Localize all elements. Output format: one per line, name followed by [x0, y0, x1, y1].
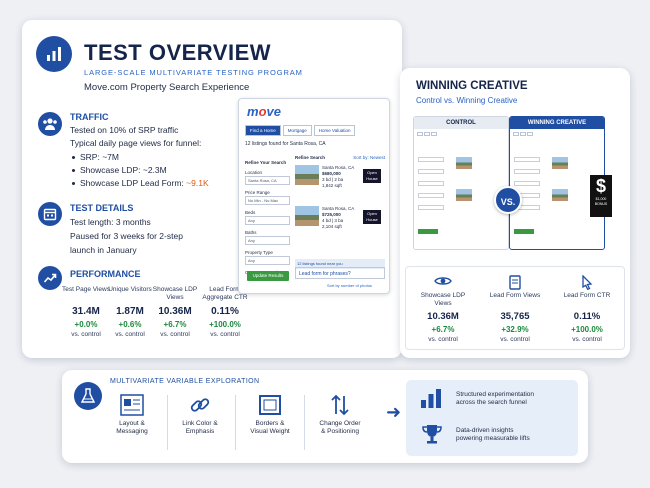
- vs-badge: VS.: [494, 186, 522, 214]
- open-house-badge: Open House: [363, 210, 381, 224]
- winning-subtitle: Control vs. Winning Creative: [416, 96, 518, 105]
- open-house-badge: Open House: [363, 169, 381, 183]
- divider: [235, 395, 236, 450]
- performance-heading: PERFORMANCE: [70, 269, 141, 279]
- refine-title: Refine Your Search: [245, 160, 287, 165]
- traffic-heading: TRAFFIC: [70, 112, 109, 122]
- property-type-field[interactable]: Any: [245, 256, 290, 265]
- form-icon: [508, 274, 522, 290]
- variable-order: Change Order & Positioning: [310, 393, 370, 436]
- result-data-driven: Data-driven insights powering measurable…: [456, 427, 530, 442]
- sort-link[interactable]: Sort by number of photos: [327, 283, 372, 288]
- border-icon: [257, 393, 283, 417]
- beds-field[interactable]: Any: [245, 216, 290, 225]
- details-line-3: launch in January: [70, 245, 137, 255]
- site-name: Move.com Property Search Experience: [84, 82, 250, 93]
- srp-mockup: move Find a Home Mortgage Home Valuation…: [238, 98, 390, 294]
- money-ad: $ $1,000 BONUS: [590, 175, 612, 217]
- layout-icon: [119, 393, 145, 417]
- control-label: CONTROL: [414, 117, 508, 129]
- bar-chart-icon: [420, 388, 442, 413]
- listing-count: 12 listings found for Santa Rosa, CA: [245, 141, 326, 147]
- traffic-line-2: Typical daily page views for funnel:: [70, 138, 202, 148]
- field-label: Baths: [245, 230, 257, 235]
- field-label: Location: [245, 170, 263, 175]
- traffic-bullet-ldp: Showcase LDP: ~2.3M: [72, 165, 167, 175]
- swap-arrows-icon: [327, 393, 353, 417]
- variable-layout: Layout & Messaging: [102, 393, 162, 436]
- details-line-2: Paused for 3 weeks for 2-step: [70, 231, 183, 241]
- traffic-line-1: Tested on 10% of SRP traffic: [70, 125, 179, 135]
- traffic-bullet-lead-form: Showcase LDP Lead Form: ~9.1K: [72, 178, 209, 188]
- house-photo: [295, 165, 319, 185]
- page-title: TEST OVERVIEW: [84, 40, 272, 65]
- list-item[interactable]: Santa Rosa, CA $680,000 3 bd | 2 ba 1,84…: [295, 165, 385, 201]
- details-line-1: Test length: 3 months: [70, 217, 151, 227]
- list-head: Refine Search: [295, 155, 326, 160]
- move-logo: move: [247, 104, 281, 119]
- details-heading: TEST DETAILS: [70, 203, 134, 213]
- result-structured: Structured experimentation across the se…: [456, 391, 535, 406]
- baths-field[interactable]: Any: [245, 236, 290, 245]
- metric-showcase-ldp-views: Showcase LDP Views 10.36M +6.7% vs. cont…: [152, 286, 198, 338]
- bar-chart-icon: [36, 36, 72, 72]
- mockup-tabs: Find a Home Mortgage Home Valuation: [245, 125, 356, 136]
- listing-list: Refine Search Sort by: Newest Santa Rosa,…: [295, 155, 385, 242]
- winning-title: WINNING CREATIVE: [416, 80, 528, 92]
- link-icon: [187, 393, 213, 417]
- list-item[interactable]: Santa Rosa, CA $725,000 4 bd | 3 ba 2,10…: [295, 206, 385, 242]
- eye-icon: [434, 274, 452, 288]
- update-results-button[interactable]: Update Results: [247, 271, 289, 281]
- win-metric-lead-form-ctr: Lead Form CTR 0.11% +100.0% vs. control: [563, 292, 611, 343]
- price-field[interactable]: No Min - No Max: [245, 196, 290, 205]
- house-photo: [295, 206, 319, 226]
- lead-form-box[interactable]: Lead form for phrases?: [295, 267, 385, 279]
- users-icon: [38, 112, 62, 136]
- cursor-icon: [580, 274, 594, 290]
- tab-find-home[interactable]: Find a Home: [245, 125, 281, 136]
- traffic-bullet-srp: SRP: ~7M: [72, 152, 119, 162]
- variable-borders: Borders & Visual Weight: [240, 393, 300, 436]
- calendar-icon: [38, 202, 62, 226]
- field-label: Beds: [245, 210, 256, 215]
- page-subtitle: LARGE-SCALE MULTIVARIATE TESTING PROGRAM: [84, 68, 303, 77]
- exploration-title: MULTIVARIATE VARIABLE EXPLORATION: [110, 378, 260, 385]
- variable-link-color: Link Color & Emphasis: [170, 393, 230, 436]
- winner-label: WINNING CREATIVE: [510, 117, 604, 129]
- win-metric-ldp-views: Showcase LDP Views 10.36M +6.7% vs. cont…: [420, 292, 466, 343]
- sort-dropdown[interactable]: Sort by: Newest: [353, 155, 385, 160]
- divider: [304, 395, 305, 450]
- tab-home-valuation[interactable]: Home Valuation: [313, 125, 356, 136]
- win-metric-lead-form-views: Lead Form Views 35,765 +32.9% vs. contro…: [489, 292, 541, 343]
- flask-icon: [74, 382, 102, 410]
- field-label: Price Range: [245, 190, 270, 195]
- right-arrow-icon: ➜: [386, 402, 402, 422]
- field-label: Property Type: [245, 250, 273, 255]
- divider: [167, 395, 168, 450]
- control-panel: CONTROL: [413, 116, 509, 250]
- tab-mortgage[interactable]: Mortgage: [282, 125, 312, 136]
- location-field[interactable]: Santa Rosa, CA: [245, 176, 290, 185]
- trophy-icon: [421, 424, 443, 449]
- refine-sidebar: Refine Your Search Location Santa Rosa, …: [245, 155, 290, 275]
